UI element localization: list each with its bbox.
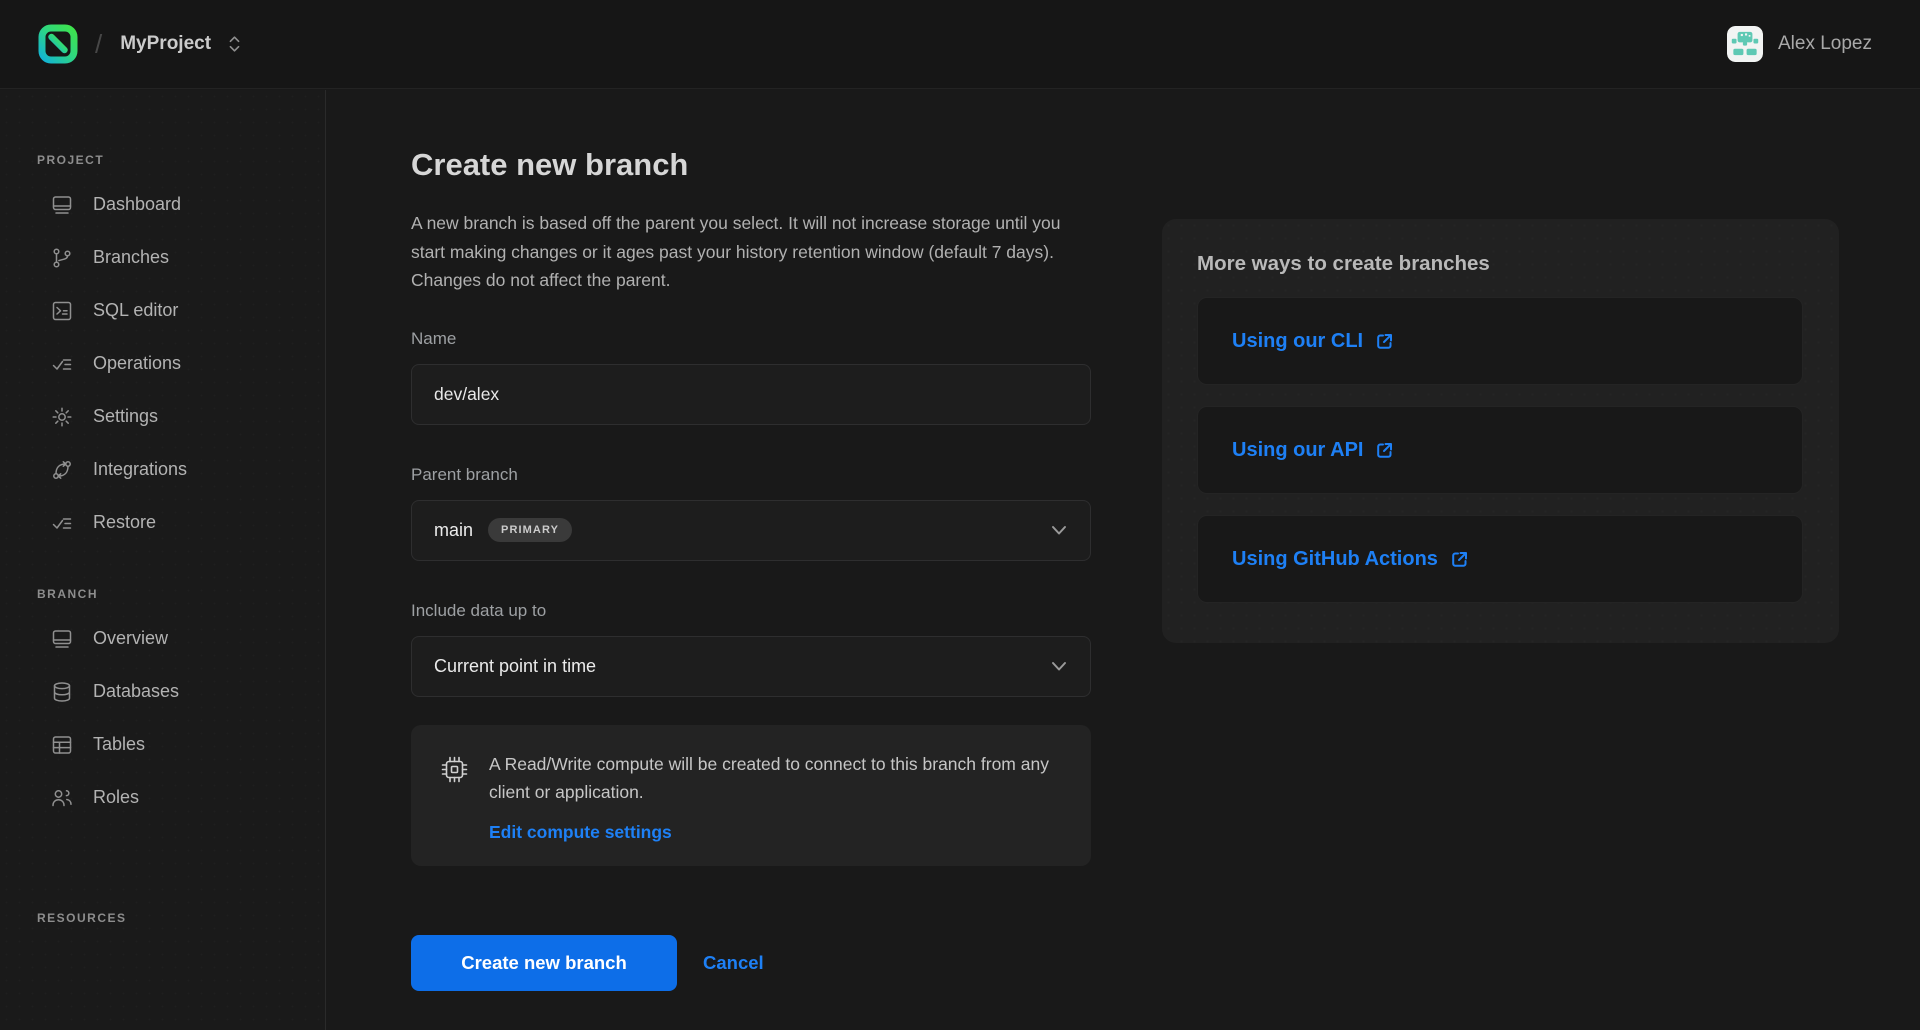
chevron-down-icon (1048, 519, 1070, 541)
external-link-icon (1374, 331, 1395, 352)
integrations-icon (50, 458, 74, 482)
name-label: Name (411, 329, 1091, 349)
avatar (1727, 26, 1763, 62)
sidebar-item-label: Overview (93, 628, 168, 649)
include-data-label: Include data up to (411, 601, 1091, 621)
doc-link[interactable]: Using our API (1232, 439, 1395, 462)
sidebar-item-label: Restore (93, 512, 156, 533)
restore-icon (50, 511, 74, 535)
sidebar-item-databases[interactable]: Databases (0, 665, 325, 718)
sidebar-item-label: Tables (93, 734, 145, 755)
databases-icon (50, 680, 74, 704)
branch-name-input[interactable] (411, 364, 1091, 425)
page-title: Create new branch (411, 145, 1091, 185)
sidebar-item-settings[interactable]: Settings (0, 390, 325, 443)
sidebar-item-label: Branches (93, 247, 169, 268)
sidebar-item-tables[interactable]: Tables (0, 718, 325, 771)
user-menu[interactable]: Alex Lopez (1727, 26, 1872, 62)
doc-link-card[interactable]: Using our API (1197, 406, 1803, 494)
sidebar-item-restore[interactable]: Restore (0, 496, 325, 549)
sidebar-item-label: Databases (93, 681, 179, 702)
external-link-icon (1449, 549, 1470, 570)
roles-icon (50, 786, 74, 810)
unfold-more-icon (227, 34, 242, 54)
sidebar-section-label: PROJECT (37, 153, 325, 168)
operations-icon (50, 352, 74, 376)
sidebar-item-integrations[interactable]: Integrations (0, 443, 325, 496)
parent-branch-label: Parent branch (411, 465, 1091, 485)
branches-icon (50, 246, 74, 270)
sidebar-item-operations[interactable]: Operations (0, 337, 325, 390)
doc-link-card[interactable]: Using GitHub Actions (1197, 515, 1803, 603)
sidebar-item-overview[interactable]: Overview (0, 612, 325, 665)
include-data-value: Current point in time (434, 656, 596, 677)
sidebar-item-label: Operations (93, 353, 181, 374)
doc-link-card[interactable]: Using our CLI (1197, 297, 1803, 385)
sidebar-item-label: Settings (93, 406, 158, 427)
project-name: MyProject (120, 33, 211, 55)
sidebar-item-dashboard[interactable]: Dashboard (0, 178, 325, 231)
create-branch-button[interactable]: Create new branch (411, 935, 677, 991)
more-ways-title: More ways to create branches (1197, 252, 1803, 276)
sidebar-section-label: BRANCH (37, 587, 325, 602)
settings-icon (50, 405, 74, 429)
parent-branch-value: main (434, 520, 473, 541)
breadcrumb-separator: / (95, 29, 102, 60)
sidebar-item-label: Dashboard (93, 194, 181, 215)
cancel-link[interactable]: Cancel (703, 952, 764, 974)
sidebar: PROJECT Dashboard Branches SQL editor Operat… (0, 90, 326, 1030)
edit-compute-settings-link[interactable]: Edit compute settings (489, 822, 672, 843)
parent-branch-select[interactable]: main PRIMARY (411, 500, 1091, 561)
tables-icon (50, 733, 74, 757)
compute-note: A Read/Write compute will be created to … (411, 725, 1091, 866)
sidebar-item-label: Roles (93, 787, 139, 808)
page-description: A new branch is based off the parent you… (411, 209, 1073, 295)
dashboard-icon (50, 193, 74, 217)
user-name: Alex Lopez (1778, 33, 1872, 55)
sidebar-item-sql-editor[interactable]: SQL editor (0, 284, 325, 337)
primary-badge: PRIMARY (488, 518, 572, 542)
external-link-icon (1374, 440, 1395, 461)
doc-link[interactable]: Using GitHub Actions (1232, 548, 1470, 571)
form-actions: Create new branch Cancel (411, 935, 1091, 991)
sidebar-item-label: Integrations (93, 459, 187, 480)
sidebar-section-label: RESOURCES (37, 911, 325, 926)
sidebar-item-label: SQL editor (93, 300, 178, 321)
cpu-chip-icon (437, 752, 472, 787)
doc-link[interactable]: Using our CLI (1232, 330, 1395, 353)
more-ways-panel: More ways to create branches Using our C… (1162, 219, 1839, 643)
sidebar-item-roles[interactable]: Roles (0, 771, 325, 824)
topbar: / MyProject Alex Lopez (0, 0, 1920, 89)
include-data-select[interactable]: Current point in time (411, 636, 1091, 697)
project-selector[interactable]: MyProject (120, 33, 242, 55)
create-branch-form: Create new branch A new branch is based … (411, 89, 1091, 991)
neon-logo-icon[interactable] (37, 23, 79, 65)
overview-icon (50, 627, 74, 651)
sql-editor-icon (50, 299, 74, 323)
chevron-down-icon (1048, 655, 1070, 677)
compute-note-text: A Read/Write compute will be created to … (489, 750, 1063, 807)
sidebar-item-branches[interactable]: Branches (0, 231, 325, 284)
